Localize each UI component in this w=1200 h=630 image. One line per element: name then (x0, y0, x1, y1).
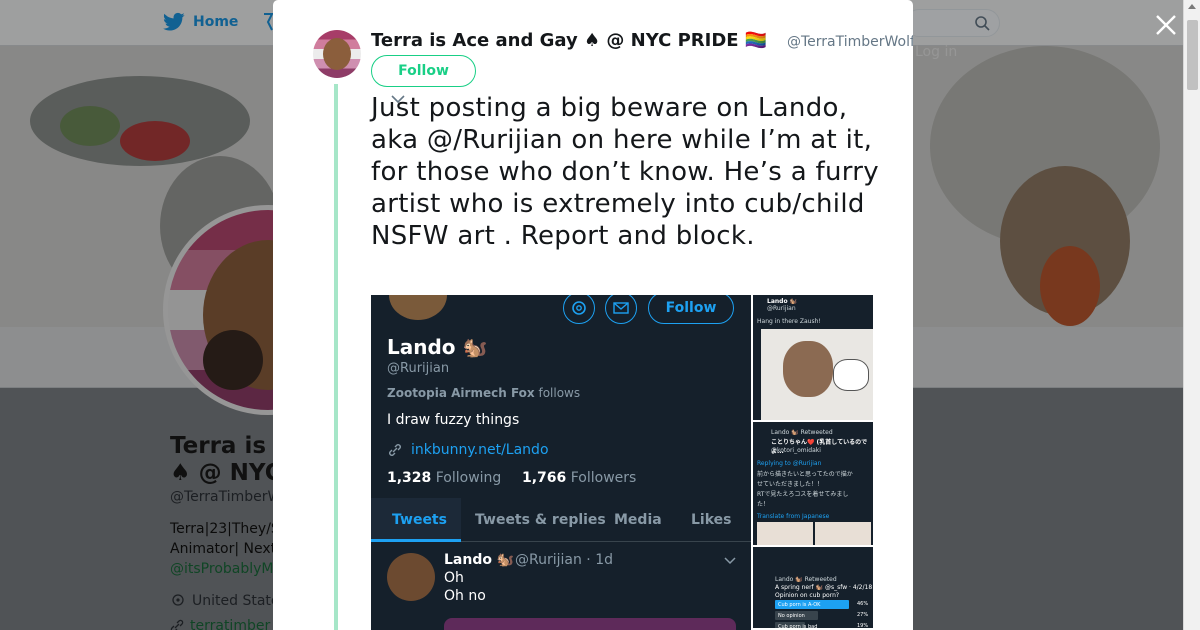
embedded-post-text: Oh no (444, 588, 486, 604)
embedded-post-handle-time: @Rurijian · 1d (515, 552, 613, 568)
side-p2-jp-line: た！ (757, 501, 770, 508)
embedded-profile-handle: @Rurijian (387, 361, 450, 376)
follows-by-name: Zootopia Airmech Fox (387, 386, 535, 400)
poll-option-label: Cub porn is bad (778, 624, 818, 630)
poll-option-percent: 19% (857, 623, 869, 629)
chevron-down-icon (724, 557, 736, 565)
poll-option-percent: 27% (857, 612, 869, 618)
embedded-bio: I draw fuzzy things (387, 412, 520, 428)
poll-option-percent: 46% (857, 601, 869, 607)
embedded-side-screenshots: Lando 🐿️ @Rurijian Hang in there Zaush! … (751, 295, 873, 630)
side-p2-translate: Translate from Japanese (757, 513, 830, 520)
tweet-author-avatar[interactable] (313, 30, 361, 78)
following-label: Following (435, 470, 502, 486)
following-count: 1,328 (387, 470, 432, 486)
poll-option-label: Cub porn is A-OK (778, 602, 821, 608)
tab-tweets: Tweets (392, 512, 447, 528)
embedded-post-media (444, 618, 736, 630)
embedded-website: inkbunny.net/Lando (387, 442, 549, 458)
embedded-profile-screenshot: Follow Lando 🐿️ @Rurijian Zootopia Airme… (371, 295, 751, 630)
embedded-follows-by: Zootopia Airmech Fox follows (387, 386, 580, 400)
embedded-post-author: Lando 🐿️ (444, 552, 515, 568)
followers-label: Followers (570, 470, 637, 486)
followers-count: 1,766 (522, 470, 567, 486)
embedded-follow-button: Follow (648, 295, 734, 324)
tab-media: Media (614, 512, 662, 528)
tab-likes: Likes (691, 512, 732, 528)
embedded-profile-name: Lando 🐿️ (387, 335, 488, 359)
close-icon[interactable] (1153, 12, 1179, 38)
side-p2-reply: Replying to @Rurijian (757, 460, 822, 467)
embedded-post-text: Oh (444, 570, 464, 586)
mail-icon (605, 295, 637, 324)
side-panel-reply: Lando 🐿️ @Rurijian Hang in there Zaush! (753, 295, 873, 422)
side-p1-drawing (761, 329, 873, 420)
side-p1-text: Hang in there Zaush! (757, 318, 821, 325)
follows-suffix: follows (538, 386, 581, 400)
thread-connector-line (334, 84, 338, 630)
tab-tweets-replies: Tweets & replies (475, 512, 606, 528)
link-icon (389, 444, 401, 456)
side-panel-retweet: Lando 🐿️ Retweeted ことりちゃん❤️ (乳首しているのでよ..… (753, 422, 873, 547)
followers-stat: 1,766 Followers (522, 470, 636, 486)
tweet-text: Just posting a big beware on Lando, aka … (371, 93, 879, 251)
poll-option-label: No opinion (778, 613, 805, 619)
tweet-attached-image[interactable]: Follow Lando 🐿️ @Rurijian Zootopia Airme… (371, 295, 873, 630)
scrollbar-thumb[interactable] (1187, 20, 1198, 90)
chevron-down-icon[interactable] (391, 95, 405, 105)
following-stat: 1,328 Following (387, 470, 501, 486)
scroll-up-arrow-icon[interactable] (1188, 4, 1196, 9)
side-panel-poll: Lando 🐿️ Retweeted A spring nerf 🐿️ @s_s… (753, 547, 873, 630)
side-p1-handle: @Rurijian (767, 305, 796, 312)
page-scrollbar[interactable] (1183, 0, 1200, 630)
settings-gear-icon (563, 295, 595, 324)
side-p3-question: Opinion on cub porn? (775, 592, 840, 599)
side-p2-jp-line: RTで見たえろコスを着せてみまし (757, 491, 849, 498)
embedded-post-avatar (387, 553, 435, 601)
follow-button[interactable]: Follow (371, 55, 476, 87)
active-tab-indicator (371, 539, 461, 542)
side-p2-header: Lando 🐿️ Retweeted (771, 429, 833, 436)
side-p2-jp-line: せていただきました！！ (757, 481, 824, 488)
side-p2-jp-line: 前から描きたいと思ってたので描か (757, 471, 853, 478)
side-p2-images (757, 522, 871, 545)
embedded-avatar (389, 295, 447, 320)
tweet-author-handle[interactable]: @TerraTimberWolf (787, 34, 913, 50)
side-p2-handle: @kotori_omidaki (771, 447, 821, 454)
tweet-author-name[interactable]: Terra is Ace and Gay ♠ @ NYC PRIDE 🏳️‍🌈 (371, 30, 767, 51)
tweet-modal: Terra is Ace and Gay ♠ @ NYC PRIDE 🏳️‍🌈 … (273, 0, 913, 630)
embedded-profile-tabs: Tweets Tweets & replies Media Likes (371, 498, 751, 542)
embedded-website-text: inkbunny.net/Lando (411, 442, 549, 458)
